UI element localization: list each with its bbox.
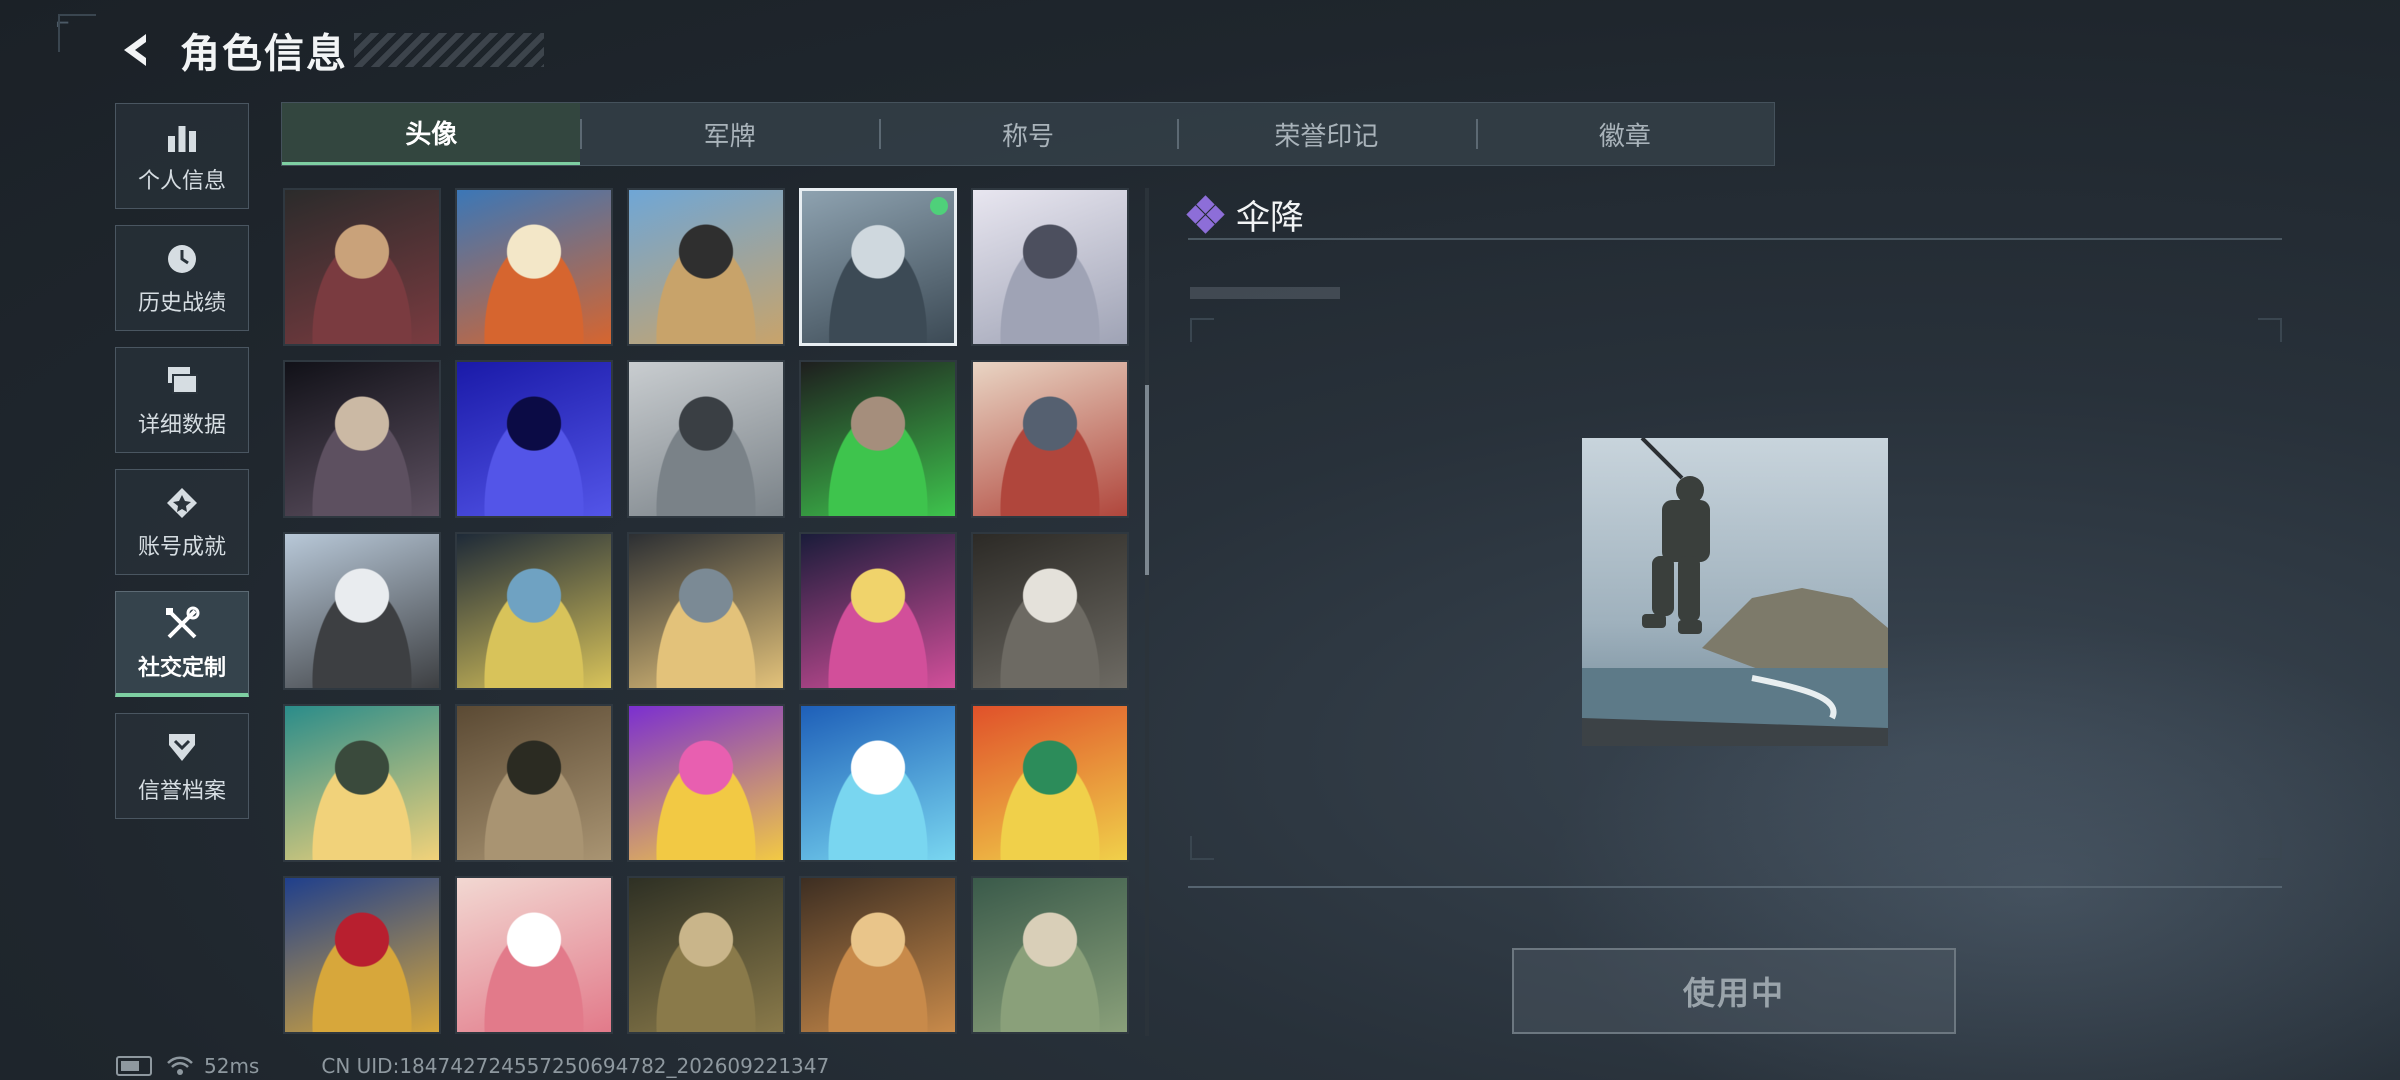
avatar-tile[interactable]	[799, 360, 957, 518]
tab-honor-mark[interactable]: 荣誉印记	[1177, 103, 1475, 165]
avatar-tile[interactable]	[799, 704, 957, 862]
bar-chart-icon	[162, 117, 202, 157]
nav-item-stats[interactable]: 详细数据	[115, 347, 249, 453]
detail-meta-placeholder	[1190, 287, 1340, 299]
preview-frame-corner	[2258, 836, 2282, 860]
avatar-tile[interactable]	[971, 876, 1129, 1034]
avatar-tile[interactable]	[627, 704, 785, 862]
shield-chevron-icon	[162, 727, 202, 767]
tab-dogtag[interactable]: 军牌	[580, 103, 878, 165]
nav-label: 社交定制	[137, 655, 226, 681]
avatar-tile[interactable]	[283, 704, 441, 862]
nav-item-reputation[interactable]: 信誉档案	[115, 713, 249, 819]
nav-item-achievements[interactable]: 账号成就	[115, 469, 249, 575]
divider	[1188, 238, 2282, 240]
grid-scrollbar-track[interactable]	[1145, 188, 1149, 1036]
grid-scrollbar-thumb[interactable]	[1145, 385, 1149, 575]
avatar-tile[interactable]	[283, 360, 441, 518]
frame-corner	[58, 14, 96, 52]
wifi-icon	[167, 1056, 193, 1075]
avatar-tile[interactable]	[283, 532, 441, 690]
avatar-preview-image	[1582, 438, 1888, 746]
ping-value: 52ms	[204, 1054, 260, 1078]
nav-label: 历史战绩	[137, 291, 226, 316]
preview-frame-corner	[1190, 836, 1214, 860]
avatar-tile[interactable]	[971, 704, 1129, 862]
nav-item-social[interactable]: 社交定制	[115, 591, 249, 697]
preview-frame-corner	[2258, 318, 2282, 342]
uid-text: CN UID:18474272455725069478​2_2026092213…	[321, 1054, 830, 1078]
clock-history-icon	[162, 239, 202, 279]
category-tabs: 头像 军牌 称号 荣誉印记 徽章	[281, 102, 1775, 166]
divider	[1188, 886, 2282, 888]
stacked-cards-icon	[162, 361, 202, 401]
avatar-tile[interactable]	[971, 188, 1129, 346]
nav-item-history[interactable]: 历史战绩	[115, 225, 249, 331]
avatar-tile[interactable]	[971, 360, 1129, 518]
avatar-tile[interactable]	[455, 532, 613, 690]
page-header: 角色信息	[112, 22, 544, 78]
achievement-star-icon	[162, 483, 202, 523]
in-use-label: 使用中	[1682, 974, 1785, 1012]
title-decoration	[354, 33, 544, 67]
page-title: 角色信息	[180, 31, 348, 77]
tab-avatar[interactable]: 头像	[282, 103, 581, 165]
avatar-tile[interactable]	[627, 876, 785, 1034]
in-use-button[interactable]: 使用中	[1512, 948, 1956, 1034]
selected-avatar-header: 伞降	[1186, 190, 1304, 239]
purple-diamond-icon	[1186, 194, 1225, 234]
nav-label: 详细数据	[137, 413, 226, 438]
avatar-tile[interactable]	[627, 532, 785, 690]
side-nav: 个人信息 历史战绩 详细数据 账号成就 社交定制 信誉档案	[115, 103, 251, 835]
avatar-grid	[283, 188, 1131, 1036]
avatar-tile[interactable]	[799, 876, 957, 1034]
preview-frame-corner	[1190, 318, 1214, 342]
avatar-tile[interactable]	[455, 876, 613, 1034]
nav-label: 账号成就	[137, 535, 226, 560]
avatar-tile[interactable]	[455, 360, 613, 518]
tools-icon	[162, 604, 202, 644]
avatar-tile[interactable]	[799, 188, 957, 346]
tab-title[interactable]: 称号	[878, 103, 1177, 165]
nav-label: 个人信息	[137, 169, 226, 194]
avatar-tile[interactable]	[627, 360, 785, 518]
nav-label: 信誉档案	[137, 779, 226, 804]
avatar-tile[interactable]	[455, 704, 613, 862]
battery-icon	[116, 1056, 152, 1076]
avatar-tile[interactable]	[455, 188, 613, 346]
selected-avatar-name: 伞降	[1236, 198, 1304, 238]
avatar-tile[interactable]	[627, 188, 785, 346]
avatar-tile[interactable]	[283, 876, 441, 1034]
back-button[interactable]	[112, 26, 160, 74]
avatar-tile[interactable]	[971, 532, 1129, 690]
equipped-indicator	[930, 197, 948, 215]
status-bar: 52ms CN UID:18474272455725069478​2_20260…	[116, 1054, 829, 1078]
avatar-tile[interactable]	[799, 532, 957, 690]
nav-item-profile[interactable]: 个人信息	[115, 103, 249, 209]
back-arrow-icon	[124, 34, 146, 66]
tab-badge[interactable]: 徽章	[1475, 103, 1774, 165]
avatar-tile[interactable]	[283, 188, 441, 346]
